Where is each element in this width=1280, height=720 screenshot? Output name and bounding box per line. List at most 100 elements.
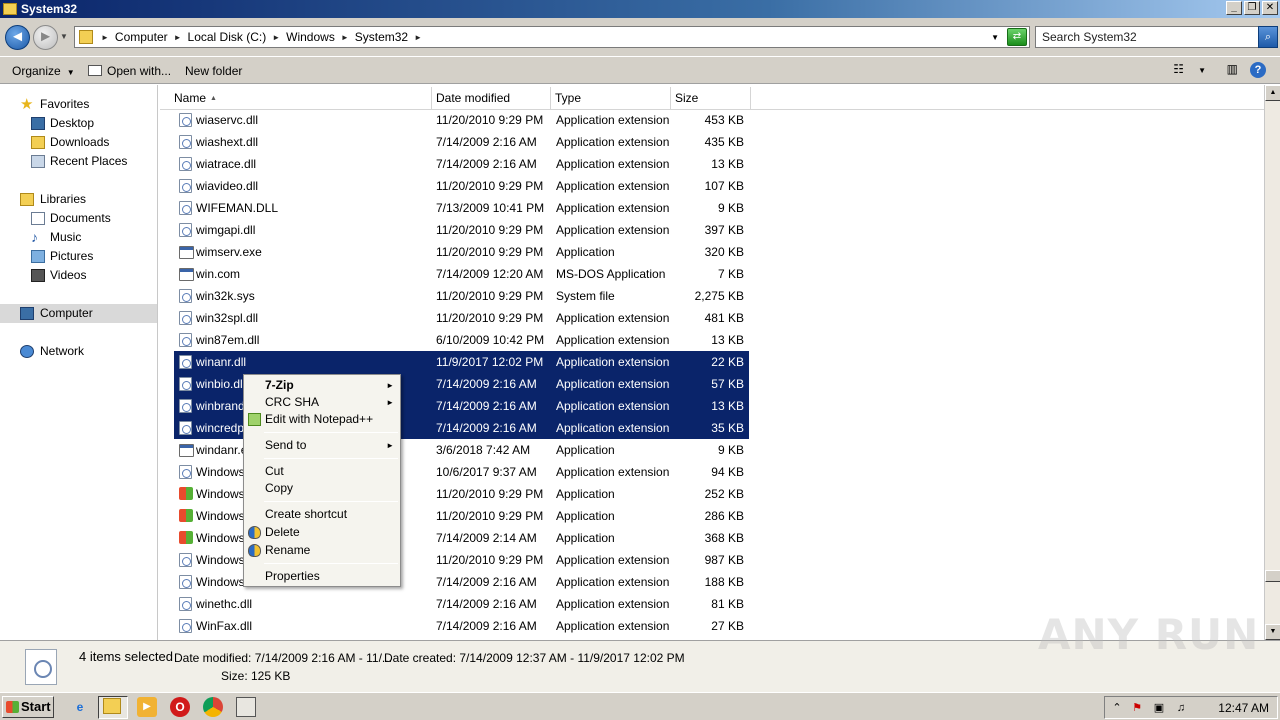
close-button[interactable]: ✕ [1262,1,1278,15]
file-row[interactable]: winanr.dll 11/9/2017 12:02 PM Application … [174,351,749,373]
search-icon[interactable]: ⌕ [1258,26,1278,48]
windows-logo-icon [179,509,193,523]
file-row[interactable]: WIFEMAN.DLL 7/13/2009 10:41 PM Application… [174,197,749,219]
scroll-up-button[interactable]: ▲ [1265,85,1280,101]
folder-icon [3,3,17,15]
open-with-button[interactable]: Open with... [88,64,171,78]
menu-7zip-label: 7-Zip [265,378,294,392]
nav-videos[interactable]: Videos [0,266,157,285]
nav-music-label: Music [50,230,82,244]
file-row[interactable]: wiashext.dll 7/14/2009 2:16 AM Application… [174,131,749,153]
nav-music[interactable]: ♪ Music [0,228,157,247]
file-type: Application extension [556,113,670,127]
volume-icon[interactable]: ♫ [1173,700,1189,716]
address-bar[interactable]: ► Computer ► Local Disk (C:) ► Windows ►… [74,26,1030,48]
file-date-modified: 11/20/2010 9:29 PM [436,487,544,501]
nav-desktop-label: Desktop [50,116,95,130]
address-dropdown-icon[interactable]: ▼ [991,33,999,42]
file-row[interactable]: winethc.dll 7/14/2009 2:16 AM Application … [174,593,749,615]
network-status-icon[interactable]: ▣ [1151,700,1167,716]
preview-pane-icon[interactable]: ▥ [1227,62,1238,76]
clock[interactable]: 12:47 AM [1218,701,1269,715]
organize-button[interactable]: Organize ▼ [12,64,75,78]
file-row[interactable]: wimserv.exe 11/20/2010 9:29 PM Application… [174,241,749,263]
file-row[interactable]: wiatrace.dll 7/14/2009 2:16 AM Application… [174,153,749,175]
column-size[interactable]: Size [671,87,751,110]
menu-item-send-to[interactable]: Send to ► [246,437,398,454]
opera-icon[interactable]: O [170,697,190,717]
nav-favorites[interactable]: ★ Favorites [0,95,157,114]
help-icon[interactable]: ? [1250,62,1266,78]
nav-documents[interactable]: Documents [0,209,157,228]
file-size: 188 KB [704,575,744,589]
nav-downloads[interactable]: Downloads [0,133,157,152]
minimize-button[interactable]: _ [1226,1,1242,15]
menu-item-create-shortcut[interactable]: Create shortcut [246,506,398,523]
breadcrumb-computer[interactable]: Computer [115,30,168,44]
file-row[interactable]: win32k.sys 11/20/2010 9:29 PM System file 2… [174,285,749,307]
chevron-right-icon[interactable]: ► [174,33,182,42]
file-date-modified: 7/14/2009 2:16 AM [436,399,537,413]
open-with-label: Open with... [107,64,172,78]
scroll-down-button[interactable]: ▼ [1265,624,1280,640]
column-name[interactable]: Name ▲ [170,87,432,110]
window-icon[interactable] [236,697,256,717]
scroll-thumb[interactable] [1265,570,1280,582]
folder-icon [79,30,93,44]
file-row[interactable]: wiaservc.dll 11/20/2010 9:29 PM Applicatio… [174,109,749,131]
file-row[interactable]: win32spl.dll 11/20/2010 9:29 PM Applicatio… [174,307,749,329]
file-name: WIFEMAN.DLL [196,201,279,215]
nav-computer[interactable]: Computer [0,304,157,323]
chevron-right-icon[interactable]: ► [341,33,349,42]
vertical-scrollbar[interactable]: ▲ ▼ [1264,85,1280,640]
breadcrumb-windows[interactable]: Windows [286,30,335,44]
refresh-icon[interactable]: ⇄ [1007,28,1027,46]
start-button[interactable]: Start [2,696,54,718]
file-row[interactable]: WinFax.dll 7/14/2009 2:16 AM Application e… [174,615,749,637]
menu-item-edit-notepad[interactable]: Edit with Notepad++ [246,411,398,428]
dll-file-icon [179,553,192,567]
nav-network[interactable]: Network [0,342,157,361]
chrome-icon[interactable] [203,697,223,717]
menu-item-delete[interactable]: Delete [246,524,398,541]
menu-item-properties[interactable]: Properties [246,568,398,585]
forward-button[interactable]: ► [33,25,58,50]
nav-pictures[interactable]: Pictures [0,247,157,266]
breadcrumb-local-disk[interactable]: Local Disk (C:) [188,30,267,44]
chevron-right-icon[interactable]: ► [101,33,109,42]
internet-explorer-icon[interactable]: e [70,697,90,717]
file-row[interactable]: wimgapi.dll 11/20/2010 9:29 PM Application… [174,219,749,241]
menu-item-copy[interactable]: Copy [246,480,398,497]
dll-file-icon [179,333,192,347]
chevron-right-icon[interactable]: ► [272,33,280,42]
file-type: Application extension [556,311,670,325]
action-center-icon[interactable]: ⚑ [1129,700,1145,716]
media-player-icon[interactable]: ▶ [137,697,157,717]
file-date-modified: 11/20/2010 9:29 PM [436,509,544,523]
file-row[interactable]: win87em.dll 6/10/2009 10:42 PM Application… [174,329,749,351]
computer-icon [20,307,34,320]
menu-item-rename[interactable]: Rename [246,542,398,559]
breadcrumb-system32[interactable]: System32 [355,30,408,44]
nav-libraries[interactable]: Libraries [0,190,157,209]
chevron-down-icon[interactable]: ▼ [1198,66,1206,75]
view-options-icon[interactable]: ☷ [1173,62,1184,76]
show-hidden-icons-icon[interactable]: ⌃ [1109,700,1125,716]
column-type[interactable]: Type [551,87,671,110]
recent-pages-dropdown-icon[interactable]: ▼ [60,32,68,41]
back-button[interactable]: ◄ [5,25,30,50]
file-row[interactable]: win.com 7/14/2009 12:20 AM MS-DOS Applicat… [174,263,749,285]
nav-desktop[interactable]: Desktop [0,114,157,133]
menu-item-cut[interactable]: Cut [246,463,398,480]
file-row[interactable]: wiavideo.dll 11/20/2010 9:29 PM Applicatio… [174,175,749,197]
search-input[interactable]: Search System32 [1035,26,1259,48]
file-size: 987 KB [704,553,744,567]
new-folder-button[interactable]: New folder [185,64,242,78]
restore-button[interactable]: ❐ [1244,1,1260,15]
file-date-modified: 11/20/2010 9:29 PM [436,113,544,127]
chevron-right-icon[interactable]: ► [414,33,422,42]
nav-recent-places[interactable]: Recent Places [0,152,157,171]
menu-item-7zip[interactable]: 7-Zip ► [246,377,398,394]
column-date[interactable]: Date modified [432,87,551,110]
menu-item-crc-sha[interactable]: CRC SHA ► [246,394,398,411]
